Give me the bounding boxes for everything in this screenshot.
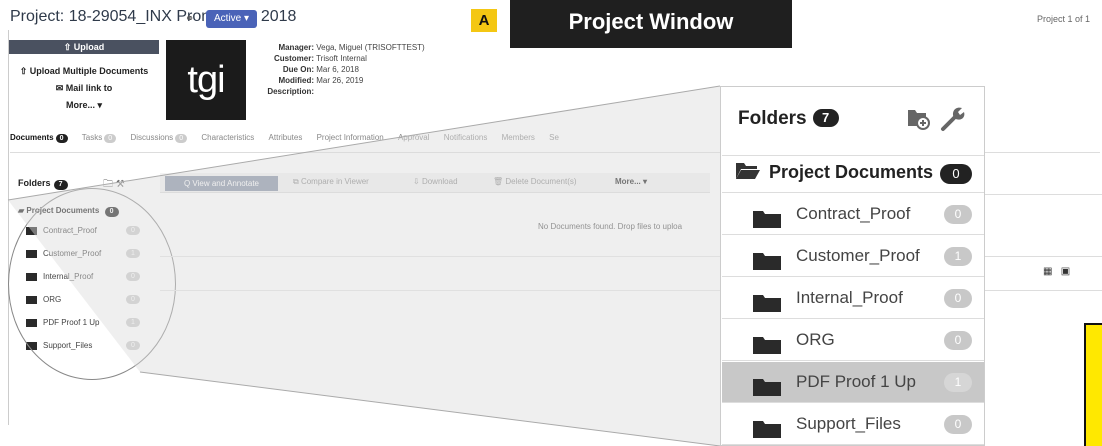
description-label: Description: bbox=[267, 87, 314, 96]
trash-icon: 🗑 bbox=[493, 177, 504, 186]
folder-label: Customer_Proof bbox=[796, 246, 920, 265]
tab-notifications[interactable]: Notifications bbox=[444, 133, 488, 142]
tab-count: 0 bbox=[175, 134, 188, 143]
folder-icon bbox=[753, 379, 781, 396]
folder-count: 1 bbox=[944, 373, 972, 392]
zoom-root-folder[interactable]: Project Documents bbox=[735, 162, 933, 183]
zoom-root-count: 0 bbox=[940, 164, 972, 184]
tab-label: Discussions bbox=[130, 133, 174, 142]
customer-label: Customer: bbox=[273, 54, 314, 63]
folder-count: 0 bbox=[944, 289, 972, 308]
folder-item-org[interactable]: ORG 0 bbox=[722, 320, 984, 361]
small-folders-title: Folders bbox=[18, 178, 51, 188]
project-label: Project: bbox=[10, 8, 65, 25]
view-annotate-button[interactable]: Q View and Annotate bbox=[165, 176, 278, 191]
tab-attributes[interactable]: Attributes bbox=[269, 133, 303, 142]
empty-message: No Documents found. Drop files to uploa bbox=[538, 222, 683, 231]
open-folder-icon bbox=[736, 163, 760, 179]
wrench-icon[interactable] bbox=[938, 104, 968, 132]
upload-button[interactable]: ⇧ Upload bbox=[9, 40, 159, 54]
folder-label: Support_Files bbox=[796, 414, 901, 433]
tab-count: 0 bbox=[55, 134, 68, 143]
window-banner: Project Window bbox=[510, 0, 792, 48]
tab-tasks[interactable]: Tasks 0 bbox=[81, 133, 117, 143]
highlight-circle bbox=[8, 188, 176, 380]
folder-count: 1 bbox=[944, 247, 972, 266]
download-label: Download bbox=[421, 177, 458, 186]
upload-multiple-link[interactable]: ⇧ Upload Multiple Documents bbox=[9, 66, 159, 77]
tab-label: Documents bbox=[10, 133, 54, 142]
delete-button[interactable]: 🗑 Delete Document(s) bbox=[493, 177, 577, 186]
project-meta: Manager: Vega, Miguel (TRISOFTTEST) Cust… bbox=[254, 42, 425, 97]
customer-value: Trisoft Internal bbox=[316, 54, 367, 63]
grid-view-icon[interactable]: ▦ bbox=[1043, 266, 1052, 277]
link-icon[interactable]: ⚭ bbox=[185, 12, 199, 25]
folder-item-contract-proof[interactable]: Contract_Proof 0 bbox=[722, 194, 984, 235]
toolbar-more-button[interactable]: More... ▾ bbox=[615, 177, 647, 186]
manager-label: Manager: bbox=[278, 43, 314, 52]
folder-item-pdf-proof-1-up[interactable]: PDF Proof 1 Up 1 bbox=[722, 362, 984, 403]
modified-value: Mar 26, 2019 bbox=[316, 76, 364, 85]
folder-icon bbox=[753, 211, 781, 228]
tab-characteristics[interactable]: Characteristics bbox=[201, 133, 254, 142]
tab-bar: Documents 0 Tasks 0 Discussions 0 Character… bbox=[10, 133, 571, 151]
zoom-folders-count: 7 bbox=[812, 109, 839, 127]
status-dropdown[interactable]: Active ▾ bbox=[206, 10, 258, 28]
tab-members[interactable]: Members bbox=[502, 133, 535, 142]
tab-truncated[interactable]: Se bbox=[549, 133, 559, 142]
folder-label: PDF Proof 1 Up bbox=[796, 372, 916, 391]
folder-icon bbox=[753, 421, 781, 438]
row-divider bbox=[985, 290, 1102, 291]
tab-approval[interactable]: Approval bbox=[398, 133, 430, 142]
due-label: Due On: bbox=[282, 65, 314, 74]
callout-badge: A bbox=[471, 9, 497, 32]
add-folder-icon[interactable] bbox=[906, 104, 930, 130]
wrench-icon[interactable]: ⚒ bbox=[116, 179, 125, 190]
compare-button[interactable]: ⧉ Compare in Viewer bbox=[293, 177, 369, 187]
row-divider bbox=[160, 256, 720, 257]
due-value: Mar 6, 2018 bbox=[316, 65, 359, 74]
company-logo: tgi bbox=[166, 40, 246, 120]
tab-documents[interactable]: Documents 0 bbox=[10, 133, 68, 143]
folder-item-internal-proof[interactable]: Internal_Proof 0 bbox=[722, 278, 984, 319]
tab-label: Tasks bbox=[81, 133, 103, 142]
modified-label: Modified: bbox=[278, 76, 314, 85]
yellow-callout-box bbox=[1084, 323, 1102, 446]
folder-count: 0 bbox=[944, 205, 972, 224]
folder-count: 0 bbox=[944, 331, 972, 350]
folder-label: Contract_Proof bbox=[796, 204, 911, 223]
folder-item-support-files[interactable]: Support_Files 0 bbox=[722, 404, 984, 445]
folder-label: ORG bbox=[796, 330, 835, 349]
small-folders-header: Folders 7 bbox=[18, 178, 68, 190]
open-folder-icon: ▰ bbox=[18, 206, 25, 215]
folder-count: 0 bbox=[944, 415, 972, 434]
tab-discussions[interactable]: Discussions 0 bbox=[130, 133, 188, 143]
row-divider bbox=[985, 194, 1102, 195]
folder-icon bbox=[753, 253, 781, 270]
zoom-folders-header: Folders 7 bbox=[738, 108, 839, 130]
row-divider bbox=[160, 290, 720, 291]
zoom-root-label: Project Documents bbox=[769, 162, 934, 182]
download-icon: ⇩ bbox=[413, 177, 420, 186]
folder-item-customer-proof[interactable]: Customer_Proof 1 bbox=[722, 236, 984, 277]
delete-label: Delete Document(s) bbox=[505, 177, 577, 186]
zoom-folders-title: Folders bbox=[738, 108, 807, 129]
compare-icon: ⧉ bbox=[293, 177, 299, 186]
manager-value: Vega, Miguel (TRISOFTTEST) bbox=[316, 43, 425, 52]
project-pager: Project 1 of 1 bbox=[1037, 14, 1091, 24]
row-divider bbox=[985, 256, 1102, 257]
folder-icon bbox=[753, 295, 781, 312]
folder-label: Internal_Proof bbox=[796, 288, 903, 307]
view-toggle: ▦ ▣ bbox=[1043, 266, 1070, 277]
more-actions[interactable]: More... ▾ bbox=[9, 100, 159, 111]
small-folders-count: 7 bbox=[53, 180, 68, 190]
mail-link[interactable]: ✉ Mail link to bbox=[9, 83, 159, 94]
thumbnail-view-icon[interactable]: ▣ bbox=[1061, 266, 1070, 277]
project-name: 18-29054_INX Promo Bag 2018 bbox=[68, 8, 297, 25]
tab-project-information[interactable]: Project Information bbox=[317, 133, 384, 142]
download-button[interactable]: ⇩ Download bbox=[413, 177, 458, 186]
folder-icon bbox=[753, 337, 781, 354]
tab-count: 0 bbox=[104, 134, 117, 143]
compare-label: Compare in Viewer bbox=[300, 177, 369, 186]
